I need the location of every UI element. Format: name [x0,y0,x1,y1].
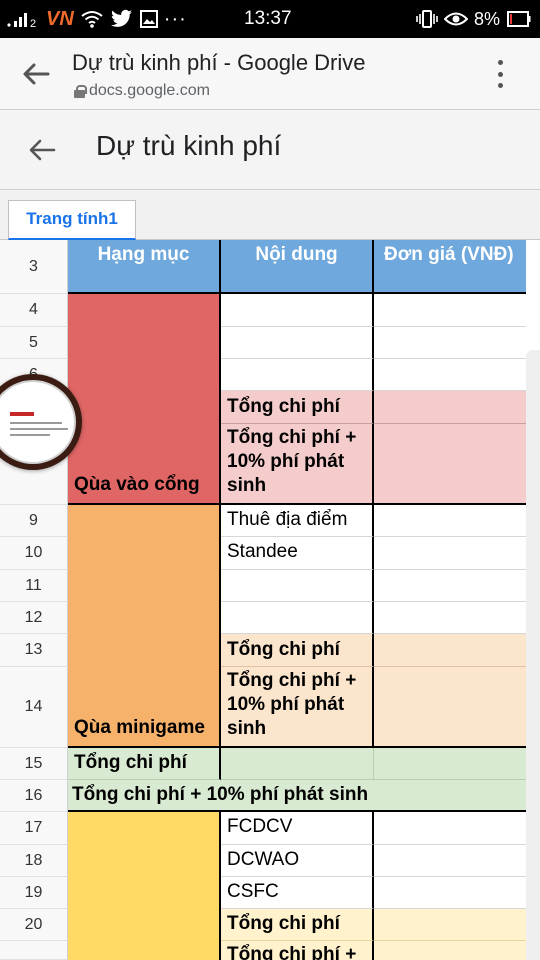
price-cell[interactable] [374,505,526,537]
price-cell-total-plus-fee[interactable] [374,941,526,960]
row-header[interactable]: 11 [0,570,68,602]
battery-percent: 8% [473,8,500,29]
price-cell[interactable] [374,812,526,845]
header-cell-content[interactable]: Nội dung [221,240,374,294]
content-cell[interactable] [221,602,374,634]
category-label: Qùa vào cổng [74,474,200,495]
gallery-icon [139,10,158,28]
row-header[interactable]: 16 [0,780,68,812]
signal-icon: 2 [7,13,36,29]
content-cell[interactable] [221,294,374,327]
more-options-icon[interactable] [488,60,512,88]
chat-bubble-preview [0,380,76,464]
price-cell[interactable] [374,845,526,877]
row-header[interactable]: 4 [0,294,68,327]
vertical-scrollbar[interactable] [526,350,540,960]
row-header[interactable]: 18 [0,845,68,877]
row-header[interactable]: 3 [0,240,68,294]
price-cell-total-plus-fee[interactable] [374,424,526,505]
price-cell-total[interactable] [374,634,526,667]
row-header[interactable]: 14 [0,667,68,748]
content-cell-dcwao[interactable]: DCWAO [221,845,374,877]
price-cell[interactable] [374,877,526,909]
summary-cell-total[interactable]: Tổng chi phí [68,748,221,780]
doc-back-arrow-icon[interactable] [26,136,58,164]
clock: 13:37 [244,8,292,29]
content-cell-total[interactable]: Tổng chi phí [221,909,374,941]
category-cell-minigame-gift[interactable]: Qùa minigame [68,505,221,748]
browser-header: Dự trù kinh phí - Google Drive docs.goog… [0,38,540,110]
row-header[interactable]: 13 [0,634,68,667]
url-text: docs.google.com [89,82,210,99]
header-cell-unit-price[interactable]: Đơn giá (VNĐ) [374,240,526,294]
category-label: Qùa minigame [74,717,205,738]
content-cell[interactable] [221,327,374,359]
content-cell[interactable] [221,570,374,602]
twitter-icon [110,9,132,27]
content-cell-csfc[interactable]: CSFC [221,877,374,909]
price-cell-total[interactable] [374,391,526,424]
price-cell-total[interactable] [374,909,526,941]
price-cell[interactable] [374,537,526,570]
content-cell[interactable] [221,359,374,391]
content-cell-fcdcv[interactable]: FCDCV [221,812,374,845]
price-cell[interactable] [374,294,526,327]
row-header[interactable]: 17 [0,812,68,845]
back-arrow-icon[interactable] [20,60,52,88]
price-cell[interactable] [374,570,526,602]
row-header[interactable] [0,941,68,960]
eye-icon [443,12,468,26]
row-header[interactable]: 20 [0,909,68,941]
row-header[interactable]: 5 [0,327,68,359]
header-cell-category[interactable]: Hạng mục [68,240,221,294]
url-display: docs.google.com [74,82,210,100]
category-cell-gate-gift[interactable]: Qùa vào cổng [68,294,221,505]
doc-title: Dự trù kinh phí [96,130,282,161]
status-bar-left: 2 VN ··· [6,7,187,31]
summary-cell-total-plus-fee[interactable]: Tổng chi phí + 10% phí phát sinh [68,780,526,812]
carrier-logo: VN [46,8,74,30]
row-header[interactable]: 19 [0,877,68,909]
browser-title: Dự trù kinh phí - Google Drive [72,50,366,75]
content-cell-venue-rental[interactable]: Thuê địa điểm [221,505,374,537]
sheet-tab-trang-tinh-1[interactable]: Trang tính1 [8,200,136,240]
content-cell-total-plus-fee[interactable]: Tổng chi phí + 10% phí phát sinh [221,424,374,505]
battery-icon [507,11,531,27]
summary-price-cell[interactable] [374,748,526,780]
price-cell[interactable] [374,602,526,634]
more-dots-icon: ··· [163,8,187,30]
category-cell-yellow[interactable] [68,812,221,960]
price-cell-total-plus-fee[interactable] [374,667,526,748]
spreadsheet-grid[interactable]: 345691011121314151617181920 Hạng mục Nội… [0,240,540,960]
vibrate-icon [416,10,438,28]
status-bar: 2 VN ··· 13:37 8% [0,0,540,38]
lock-icon [74,84,87,98]
sheet-tab-strip: Trang tính1 [0,190,540,240]
content-cell-total-plus-fee[interactable]: Tổng chi phí + 10% phí phát sinh [221,667,374,748]
row-header[interactable]: 12 [0,602,68,634]
price-cell[interactable] [374,327,526,359]
summary-content-cell[interactable] [221,748,374,780]
row-header[interactable]: 10 [0,537,68,570]
doc-title-bar: Dự trù kinh phí [0,110,540,190]
content-cell-total[interactable]: Tổng chi phí [221,634,374,667]
wifi-icon [81,11,103,28]
content-cell-total-plus-fee[interactable]: Tổng chi phí + [221,941,374,960]
row-header[interactable]: 15 [0,748,68,780]
status-bar-right: 8% [416,7,532,31]
network-type-label: 2 [30,18,36,29]
price-cell[interactable] [374,359,526,391]
row-header[interactable]: 9 [0,505,68,537]
content-cell-total[interactable]: Tổng chi phí [221,391,374,424]
content-cell-standee[interactable]: Standee [221,537,374,570]
